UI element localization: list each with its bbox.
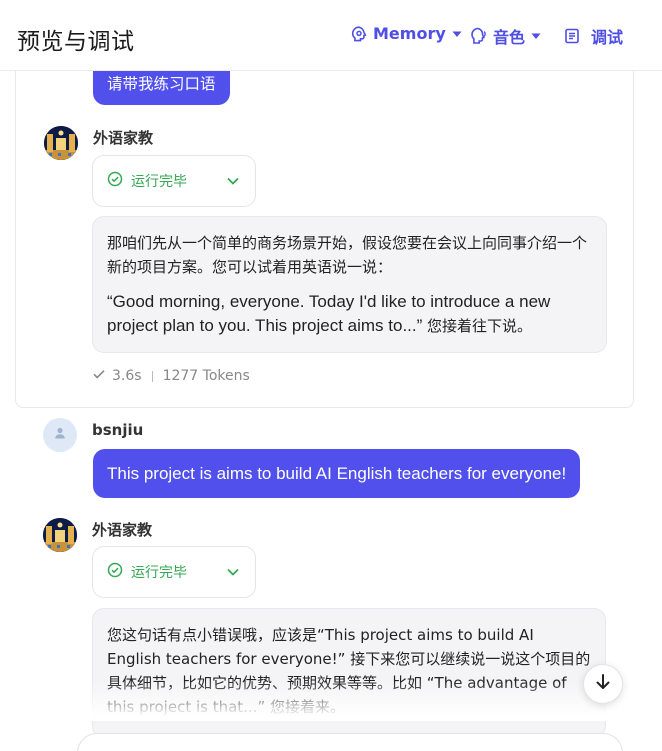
voice-icon bbox=[468, 26, 488, 46]
bot-name: 外语家教 bbox=[92, 521, 153, 539]
debug-button[interactable]: 调试 bbox=[563, 24, 623, 48]
caret-down-icon bbox=[530, 30, 542, 42]
run-status-toggle[interactable]: 运行完毕 bbox=[92, 155, 256, 207]
reply-tail: 您接着往下说。 bbox=[422, 317, 533, 335]
check-circle-icon bbox=[107, 562, 123, 582]
duration-label: 3.6s bbox=[112, 368, 142, 384]
status-label: 运行完毕 bbox=[131, 565, 187, 581]
reply-text: 您这句话有点小错误哦，应该是“This project aims to buil… bbox=[107, 626, 591, 716]
debug-label: 调试 bbox=[591, 28, 624, 47]
user-name: bsnjiu bbox=[92, 421, 144, 439]
bot-name: 外语家教 bbox=[93, 129, 154, 147]
memory-icon bbox=[350, 25, 368, 43]
chevron-down-icon bbox=[225, 564, 241, 584]
memory-label: Memory bbox=[373, 24, 446, 43]
first-user-message: 请带我练习口语 bbox=[93, 71, 230, 105]
voice-label: 音色 bbox=[493, 28, 526, 47]
divider bbox=[151, 370, 153, 382]
caret-down-icon bbox=[451, 28, 463, 40]
message-input[interactable] bbox=[77, 733, 623, 751]
bot-avatar bbox=[44, 126, 78, 160]
status-label: 运行完毕 bbox=[131, 174, 187, 190]
chat-area[interactable]: 请带我练习口语 外语家教 运行完毕 那咱们先从一个简单的商务场景开始，假设您要在… bbox=[0, 71, 662, 751]
message-card: 请带我练习口语 外语家教 运行完毕 那咱们先从一个简单的商务场景开始，假设您要在… bbox=[15, 71, 634, 408]
reply-example: “Good morning, everyone. Today I'd like … bbox=[107, 290, 592, 338]
check-icon bbox=[92, 367, 106, 385]
bot-reply: 您这句话有点小错误哦，应该是“This project aims to buil… bbox=[92, 608, 606, 738]
second-user-message: This project is aims to build AI English… bbox=[93, 449, 581, 498]
tokens-label: 1277 Tokens bbox=[162, 368, 250, 384]
user-avatar bbox=[43, 418, 77, 452]
document-icon bbox=[563, 27, 581, 45]
memory-dropdown[interactable]: Memory bbox=[350, 24, 463, 43]
bot-avatar bbox=[43, 518, 77, 552]
scroll-to-bottom-button[interactable] bbox=[583, 664, 623, 704]
page-title: 预览与调试 bbox=[17, 29, 135, 55]
bot-reply: 那咱们先从一个简单的商务场景开始，假设您要在会议上向同事介绍一个新的项目方案。您… bbox=[92, 216, 607, 353]
check-circle-icon bbox=[107, 171, 123, 191]
reply-meta: 3.6s 1277 Tokens bbox=[92, 367, 250, 385]
voice-dropdown[interactable]: 音色 bbox=[468, 24, 542, 48]
header-bar: 预览与调试 Memory 音色 调试 bbox=[0, 0, 662, 71]
arrow-down-icon bbox=[593, 672, 613, 697]
reply-text: 那咱们先从一个简单的商务场景开始，假设您要在会议上向同事介绍一个新的项目方案。您… bbox=[107, 234, 588, 276]
chevron-down-icon bbox=[225, 173, 241, 193]
run-status-toggle[interactable]: 运行完毕 bbox=[92, 546, 256, 598]
user-icon bbox=[53, 426, 67, 445]
